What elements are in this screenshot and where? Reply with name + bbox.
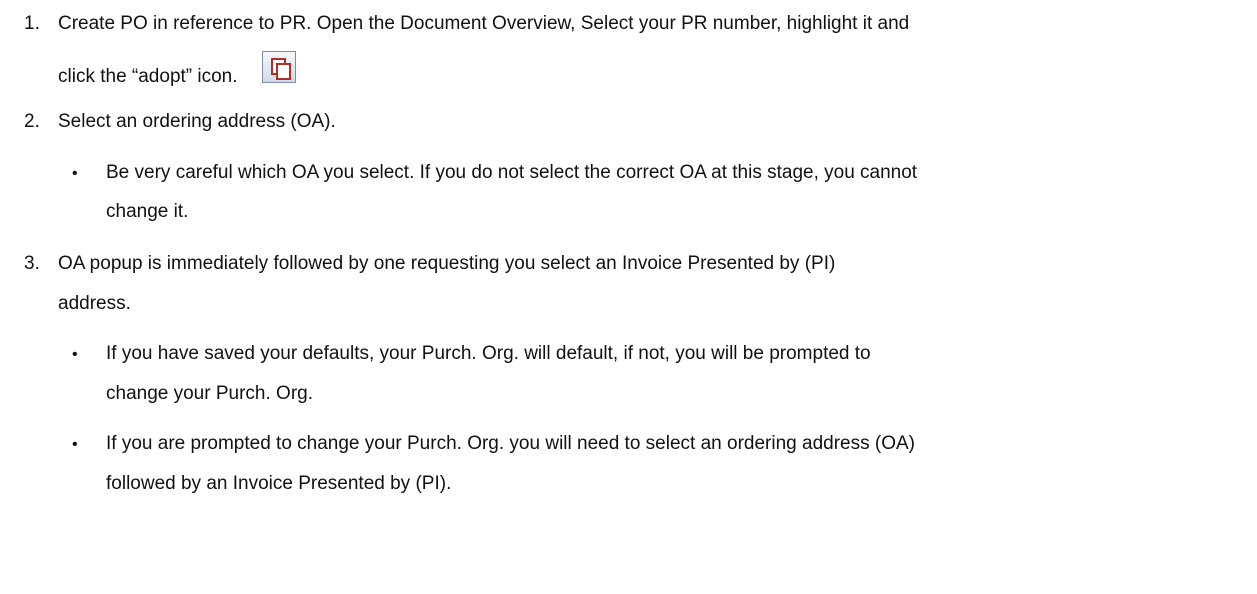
step-3-continued: address. [24,286,1249,322]
bullet-text-line1: Be very careful which OA you select. If … [106,162,918,183]
bullet-text-line1: If you have saved your defaults, your Pu… [106,343,871,364]
step-1-continued: click the “adopt” icon. [24,59,1249,95]
bullet-icon: • [72,165,78,182]
step-text-line2: address. [58,293,131,314]
step-text-line1: OA popup is immediately followed by one … [58,253,836,274]
bullet-item: • Be very careful which OA you select. If… [72,155,1252,192]
adopt-icon [262,51,296,83]
bullet-text-line1: If you are prompted to change your Purch… [106,433,915,454]
step-number: 3. [24,253,40,274]
instruction-document: 1. Create PO in reference to PR. Open the… [0,0,1257,594]
step-text-line1: Create PO in reference to PR. Open the D… [58,13,910,34]
bullet-text-line2: followed by an Invoice Presented by (PI)… [106,473,452,494]
bullet-text-line2: change your Purch. Org. [106,383,313,404]
step-3: 3. OA popup is immediately followed by on… [24,246,1249,282]
step-text-line2: click the “adopt” icon. [58,66,238,87]
step-text-line1: Select an ordering address (OA). [58,111,336,132]
bullet-icon: • [72,346,78,363]
bullet-item-continued: change your Purch. Org. [72,376,1252,412]
bullet-item: • If you are prompted to change your Purc… [72,426,1252,463]
bullet-item-continued: change it. [72,194,1252,230]
step-1: 1. Create PO in reference to PR. Open the… [24,6,1249,42]
step-number: 2. [24,111,40,132]
bullet-item: • If you have saved your defaults, your P… [72,336,1252,373]
step-2: 2. Select an ordering address (OA). [24,104,1249,140]
bullet-item-continued: followed by an Invoice Presented by (PI)… [72,466,1252,502]
bullet-text-line2: change it. [106,201,189,222]
bullet-icon: • [72,436,78,453]
step-number: 1. [24,13,40,34]
